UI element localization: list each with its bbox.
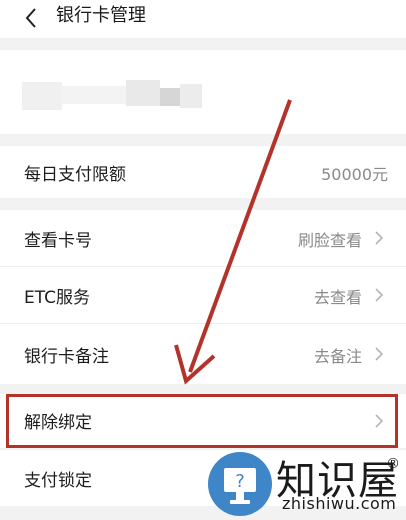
page-title: 银行卡管理 <box>56 5 146 26</box>
row-value: 去备注 <box>313 347 362 366</box>
row-value: 去查看 <box>313 288 362 307</box>
row-etc-service[interactable]: ETC服务 去查看 <box>0 267 406 323</box>
row-label: 每日支付限额 <box>24 165 126 185</box>
row-view-card-number[interactable]: 查看卡号 刷脸查看 <box>0 210 406 266</box>
row-label: 支付锁定 <box>24 471 92 491</box>
row-value: 50000元 <box>321 165 388 184</box>
svg-text:?: ? <box>235 471 245 492</box>
masked-card-number-part <box>62 86 126 104</box>
row-daily-limit[interactable]: 每日支付限额 50000元 <box>0 146 406 198</box>
registered-mark: ® <box>386 456 400 472</box>
header-bar: 银行卡管理 <box>0 0 406 38</box>
row-card-remark[interactable]: 银行卡备注 去备注 <box>0 324 406 384</box>
back-chevron-icon[interactable] <box>20 6 44 30</box>
row-label: ETC服务 <box>24 288 90 308</box>
chevron-right-icon <box>375 288 384 302</box>
masked-card-number <box>22 82 62 110</box>
row-label: 银行卡备注 <box>24 347 109 367</box>
highlight-annotation-box <box>6 394 398 448</box>
row-label: 查看卡号 <box>24 231 92 251</box>
chevron-right-icon <box>375 231 384 245</box>
monitor-question-icon: ? <box>208 452 272 516</box>
bank-card-info <box>0 50 406 134</box>
row-value: 刷脸查看 <box>297 231 362 250</box>
masked-card-number-part <box>180 84 202 108</box>
watermark-url: zhishiwu.com <box>282 494 397 513</box>
chevron-right-icon <box>375 347 384 361</box>
masked-card-number-part <box>160 88 180 106</box>
masked-card-number-part <box>126 80 160 106</box>
